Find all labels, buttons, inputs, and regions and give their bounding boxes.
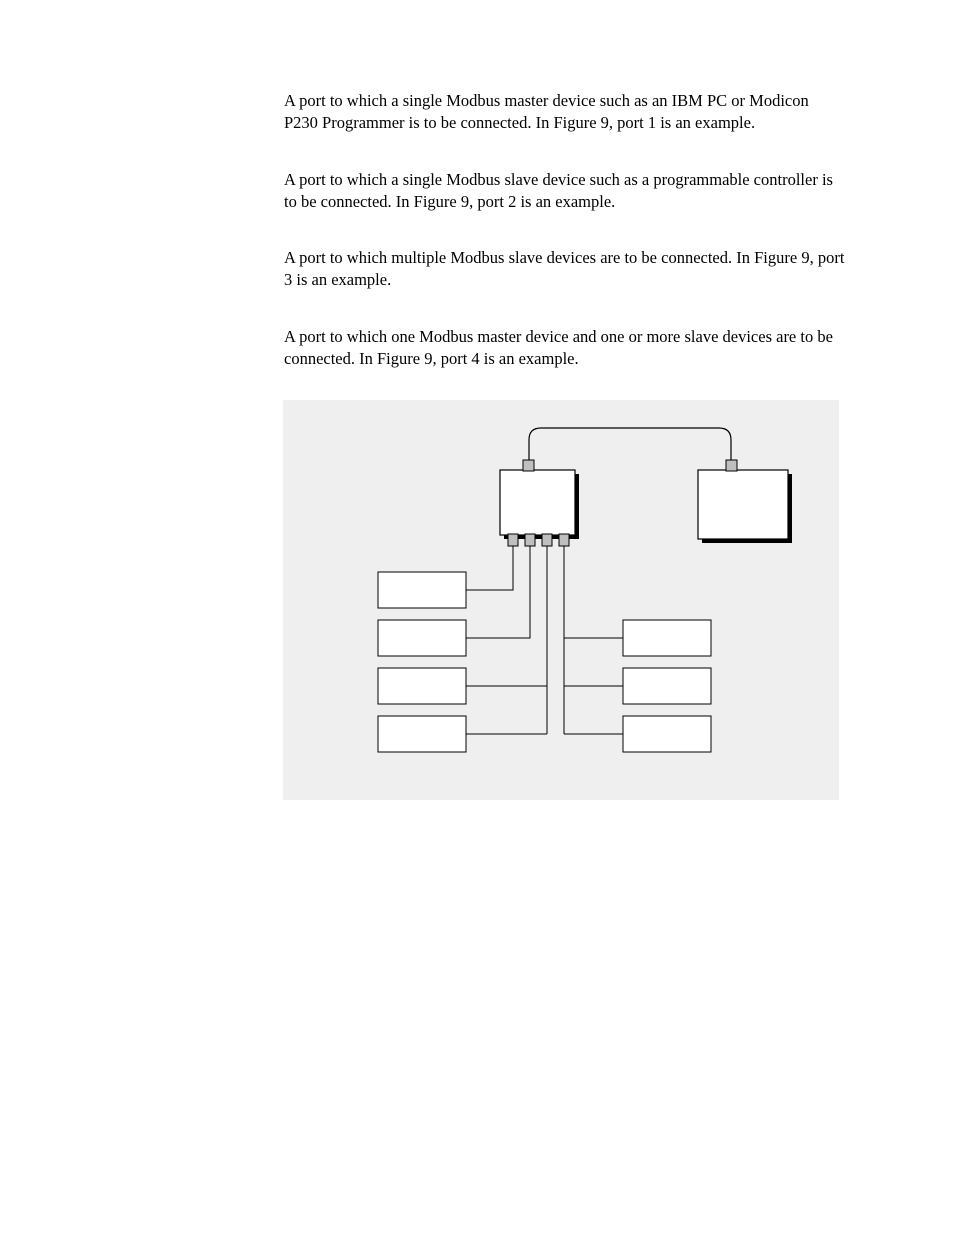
figure-9 bbox=[283, 400, 839, 800]
paragraph-2: A port to which a single Modbus slave de… bbox=[108, 169, 846, 214]
paragraph-3: A port to which multiple Modbus slave de… bbox=[108, 247, 846, 292]
figure-svg bbox=[283, 400, 839, 800]
document-page: A port to which a single Modbus master d… bbox=[0, 0, 954, 1253]
paragraph-1: A port to which a single Modbus master d… bbox=[108, 90, 846, 135]
paragraph-4: A port to which one Modbus master device… bbox=[108, 326, 846, 371]
